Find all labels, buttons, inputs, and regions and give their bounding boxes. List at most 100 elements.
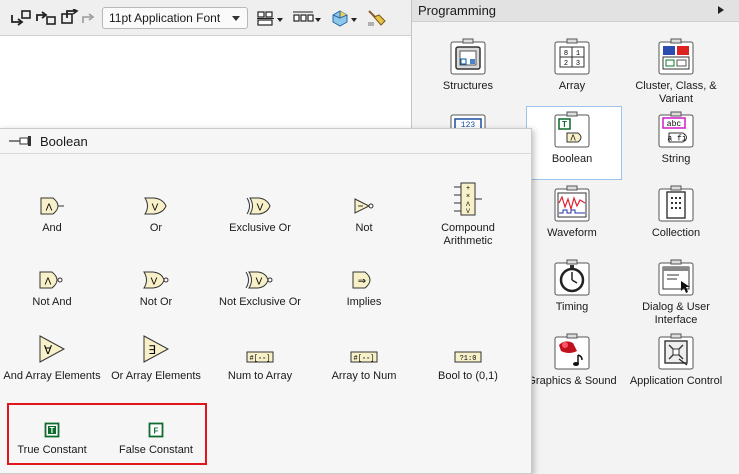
svg-text:V: V <box>151 277 158 288</box>
clean-up-diagram-button[interactable] <box>366 8 388 28</box>
palette-item-label: And Array Elements <box>3 370 101 382</box>
palette-item-not-or[interactable]: V Not Or <box>104 256 208 309</box>
align-objects-button[interactable] <box>256 8 283 28</box>
nor-gate-icon: V <box>143 271 169 289</box>
compound-arithmetic-icon: + × Λ V <box>454 182 482 216</box>
palette-item-label: Array to Num <box>331 370 397 382</box>
palette-item-label: And <box>42 222 62 234</box>
palette-item-structures[interactable]: Structures <box>420 38 516 93</box>
boolean-palette-header: Boolean <box>0 129 531 154</box>
array-cell-2: 1 <box>576 50 580 58</box>
step-into-icon <box>11 10 31 26</box>
svg-text:∃: ∃ <box>148 343 156 357</box>
reorder-button[interactable] <box>330 8 357 28</box>
palette-item-label: Num to Array <box>227 370 293 382</box>
palette-item-num-to-array[interactable]: #[▫▫] Num to Array <box>208 330 312 383</box>
palette-item-application-control[interactable]: Application Control <box>628 333 724 388</box>
waveform-icon <box>553 185 591 223</box>
boolean-t-glyph: T <box>562 120 567 129</box>
svg-text:V: V <box>152 203 159 214</box>
bool-to-01-icon: ?1:0 <box>454 351 482 363</box>
palette-item-label: String <box>661 153 691 165</box>
palette-item-or[interactable]: V Or <box>104 182 208 235</box>
svg-text:Λ: Λ <box>570 134 576 143</box>
svg-text:V: V <box>257 203 264 214</box>
palette-item-implies[interactable]: ⇒ Implies <box>312 256 416 309</box>
array-icon: 8 1 2 3 <box>553 38 591 76</box>
palette-item-string[interactable]: abc a fi String <box>628 111 724 166</box>
structures-icon <box>449 38 487 76</box>
svg-text:⇒: ⇒ <box>358 276 366 287</box>
palette-item-label: Not <box>355 222 373 234</box>
palette-item-bool-to-01[interactable]: ?1:0 Bool to (0,1) <box>416 330 520 383</box>
palette-item-not[interactable]: Not <box>312 182 416 235</box>
palette-item-label: Graphics & Sound <box>527 375 617 387</box>
num-to-array-glyph: #[▫▫] <box>249 355 270 363</box>
palette-item-label: Application Control <box>629 375 723 387</box>
align-objects-icon <box>257 11 274 26</box>
array-cell-3: 2 <box>564 60 568 68</box>
chevron-right-icon[interactable] <box>718 6 724 14</box>
not-gate-icon <box>354 198 374 214</box>
palette-item-timing[interactable]: Timing <box>524 259 620 314</box>
palette-item-graphics-sound[interactable]: Graphics & Sound <box>524 333 620 388</box>
pin-icon[interactable] <box>8 135 34 147</box>
chevron-down-icon <box>232 16 240 21</box>
font-select-value: 11pt Application Font <box>109 11 221 25</box>
step-into-button[interactable] <box>10 8 32 28</box>
step-out-button[interactable] <box>59 8 81 28</box>
step-over-button[interactable] <box>35 8 57 28</box>
svg-text:×: × <box>466 193 470 200</box>
svg-text:Λ: Λ <box>466 202 470 208</box>
and-gate-icon: Λ <box>40 197 64 215</box>
application-control-icon <box>657 333 695 371</box>
palette-item-not-and[interactable]: Λ Not And <box>0 256 104 309</box>
chevron-down-icon <box>315 18 321 22</box>
palette-item-dialog-user-interface[interactable]: Dialog & User Interface <box>628 259 724 327</box>
boolean-icon: T Λ <box>553 111 591 149</box>
palette-item-and[interactable]: Λ And <box>0 182 104 235</box>
palette-item-not-exclusive-or[interactable]: V Not Exclusive Or <box>208 256 312 309</box>
palette-item-label: Implies <box>346 296 382 308</box>
collection-icon <box>657 185 695 223</box>
palette-item-label: Not Or <box>139 296 173 308</box>
chevron-down-icon <box>351 18 357 22</box>
palette-item-cluster-class-variant[interactable]: Cluster, Class, & Variant <box>628 38 724 106</box>
step-over-icon <box>36 11 56 25</box>
step-out-icon <box>61 9 79 24</box>
and-array-elements-icon: ∀ <box>39 335 66 363</box>
svg-text:V: V <box>466 209 470 215</box>
palette-item-array[interactable]: 8 1 2 3 Array <box>524 38 620 93</box>
palette-item-label: Not Exclusive Or <box>219 296 301 308</box>
palette-item-label: Or <box>149 222 163 234</box>
palette-item-compound-arithmetic[interactable]: + × Λ V Compound Arithmetic <box>416 182 520 248</box>
svg-text:Λ: Λ <box>45 277 52 288</box>
palette-item-or-array-elements[interactable]: ∃ Or Array Elements <box>104 330 208 383</box>
palette-item-array-to-num[interactable]: #[▫▫] Array to Num <box>312 330 416 383</box>
boolean-palette-title: Boolean <box>40 133 88 149</box>
palette-item-label: Dialog & User Interface <box>642 301 710 326</box>
stopwatch-icon <box>553 259 591 297</box>
retain-wire-values-button[interactable] <box>81 8 97 28</box>
palette-item-waveform[interactable]: Waveform <box>524 185 620 240</box>
font-select[interactable]: 11pt Application Font <box>102 7 248 29</box>
nand-gate-icon: Λ <box>39 271 63 289</box>
array-cell-1: 8 <box>564 50 568 58</box>
cluster-icon <box>657 38 695 76</box>
distribute-objects-button[interactable] <box>292 8 321 28</box>
toolbar: 11pt Application Font <box>0 0 414 36</box>
implies-gate-icon: ⇒ <box>352 271 371 289</box>
pause-arrow-icon <box>82 13 95 23</box>
palette-item-collection[interactable]: Collection <box>628 185 724 240</box>
svg-text:∀: ∀ <box>44 343 53 357</box>
programming-palette-title: Programming <box>418 3 497 18</box>
palette-item-exclusive-or[interactable]: V Exclusive Or <box>208 182 312 235</box>
palette-item-label: Bool to (0,1) <box>438 370 498 382</box>
string-sample-2: a fi <box>667 135 686 144</box>
or-gate-icon: V <box>144 197 167 215</box>
palette-item-boolean[interactable]: T Λ Boolean <box>524 111 620 166</box>
palette-item-label: Timing <box>555 301 589 313</box>
palette-item-and-array-elements[interactable]: ∀ And Array Elements <box>0 330 104 383</box>
palette-item-label: Boolean <box>551 153 593 165</box>
svg-text:Λ: Λ <box>46 203 53 214</box>
